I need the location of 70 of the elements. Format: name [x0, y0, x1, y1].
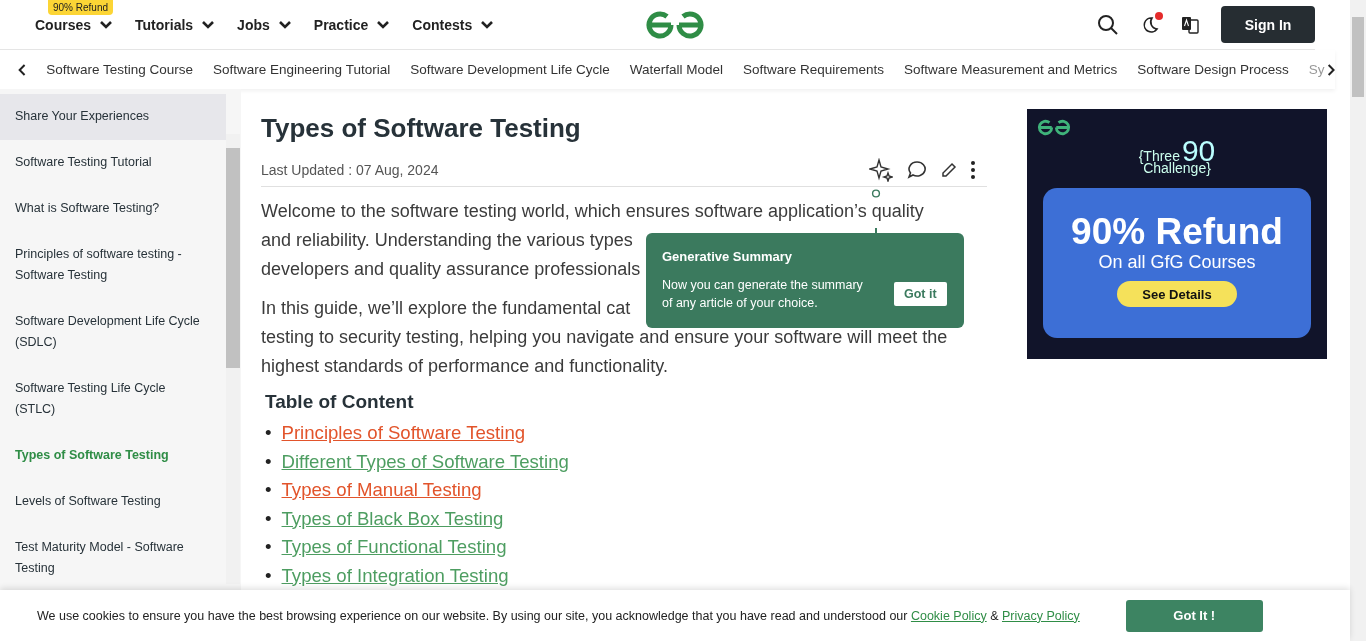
toc-heading: Table of Content [265, 391, 415, 413]
bullet: • [265, 449, 272, 474]
chevron-left-icon[interactable] [18, 62, 27, 77]
paragraph-line: and reliability. Understanding the various types [261, 229, 633, 252]
bullet: • [265, 535, 272, 559]
sidebar-item[interactable]: Types of Software Testing [0, 433, 226, 479]
tooltip-title: Generative Summary [662, 249, 794, 264]
pointer-dot [871, 189, 881, 198]
sidebar-item[interactable]: Principles of software testing - Software Testing [0, 232, 226, 299]
refund-badge: 90% Refund [48, 0, 114, 15]
nav-menu-item[interactable]: Tutorials [135, 16, 216, 33]
see-details-button[interactable]: See Details [1117, 281, 1237, 307]
comment-icon[interactable] [907, 160, 927, 180]
breadcrumb-link[interactable]: Software Engineering Tutorial [213, 62, 391, 77]
paragraph-line: highest standards of performance and functionality. [261, 355, 668, 378]
nav-menu-item[interactable]: Contests [412, 16, 495, 33]
chevron-down-icon [480, 19, 495, 30]
breadcrumb-link[interactable]: Waterfall Model [629, 62, 724, 77]
tooltip-text: Now you can generate the summary of any article of your choice. [662, 277, 864, 312]
chevron-down-icon [376, 19, 391, 30]
logo-icon[interactable] [1037, 119, 1071, 136]
sidebar-item[interactable]: Share Your Experiences [0, 94, 226, 140]
breadcrumb-link[interactable]: Software Design Process [1137, 62, 1289, 77]
ad-subline: On all GfG Courses [1098, 252, 1256, 273]
moon-icon[interactable] [1141, 15, 1159, 34]
nav-menu-item[interactable]: Practice [313, 16, 391, 33]
paragraph-line: developers and quality assurance professionals [261, 258, 641, 281]
translate-icon[interactable] [1181, 15, 1199, 34]
cookie-accept-button[interactable]: Got It ! [1125, 599, 1263, 632]
page-scrollbar[interactable] [1350, 0, 1366, 641]
breadcrumb-link[interactable]: Software Measurement and Metrics [904, 62, 1118, 77]
sidebar-item[interactable]: What is Software Testing? [0, 186, 226, 232]
logo-icon[interactable] [645, 10, 705, 40]
article-title: Types of Software Testing [261, 113, 582, 144]
breadcrumb-link[interactable]: Software Development Life Cycle [410, 62, 610, 77]
breadcrumb-link[interactable]: Software Testing Course [46, 62, 194, 77]
sidebar-item[interactable]: Levels of Software Testing [0, 479, 226, 525]
last-updated-text: Last Updated : 07 Aug, 2024 [261, 162, 439, 178]
sidebar-item[interactable]: Software Testing Tutorial [0, 140, 226, 186]
sidebar-item[interactable]: Software Development Life Cycle (SDLC) [0, 299, 226, 366]
toc-link[interactable]: Principles of Software Testing [281, 419, 526, 448]
breadcrumb-link[interactable]: Software Requirements [743, 62, 885, 77]
sign-in-button[interactable]: Sign In [1221, 6, 1315, 43]
sparkle-icon[interactable] [869, 158, 893, 182]
ad-tag-text: {Three [1138, 148, 1180, 164]
cookie-policy-link[interactable]: Cookie Policy [910, 608, 987, 623]
ad-headline: 90% Refund [1071, 212, 1283, 252]
search-icon[interactable] [1097, 13, 1119, 36]
chevron-right-icon[interactable] [1326, 62, 1335, 77]
chevron-down-icon [201, 19, 216, 30]
cookie-text: We use cookies to ensure you have the best browsing experience on our website. By using our site, you acknowledge that you have read and understood our Cookie Policy & Privacy Policy [37, 608, 1080, 623]
chevron-down-icon [277, 19, 292, 30]
nav-menu-item[interactable]: Courses [35, 16, 114, 33]
sidebar-item[interactable]: Software Testing Life Cycle (STLC) [0, 366, 226, 433]
got-it-button[interactable]: Got it [894, 282, 947, 306]
bullet: • [265, 506, 272, 531]
paragraph-line: testing to security testing, helping you navigate and ensure your software will meet the [261, 326, 948, 349]
nav-menu-item[interactable]: Jobs [237, 16, 292, 33]
bullet: • [265, 421, 272, 445]
sidebar-item[interactable]: Test Maturity Model - Software Testing [0, 525, 226, 592]
toc-link[interactable]: Types of Manual Testing [281, 476, 482, 505]
more-icon[interactable] [971, 161, 975, 179]
privacy-policy-link[interactable]: Privacy Policy [1002, 608, 1080, 623]
chevron-down-icon [99, 19, 114, 30]
paragraph-line: In this guide, we’ll explore the fundamental cat [261, 297, 631, 320]
bullet: • [265, 478, 272, 502]
bullet: • [265, 563, 272, 588]
paragraph-line: Welcome to the software testing world, which ensures software application’s quality [261, 200, 924, 223]
pencil-icon[interactable] [941, 162, 957, 178]
sidebar-scrollbar[interactable] [226, 134, 240, 584]
